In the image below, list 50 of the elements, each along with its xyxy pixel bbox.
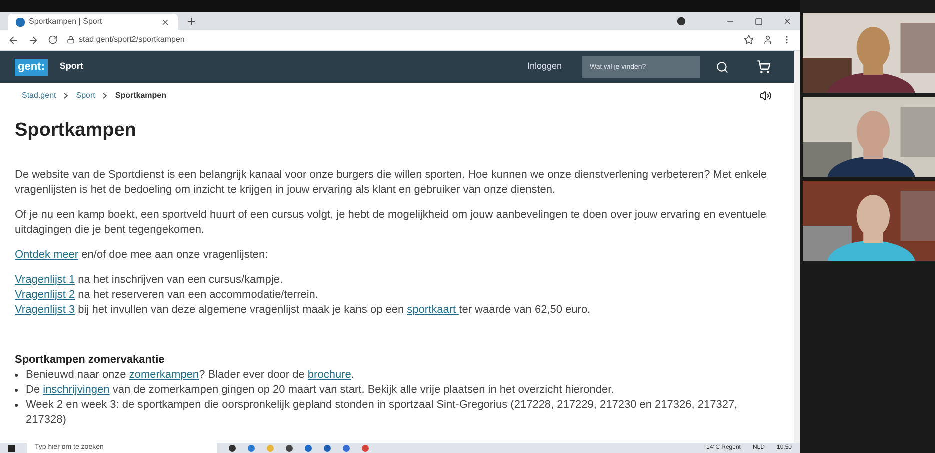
breadcrumb-item: Sportkampen [115,90,166,102]
taskbar-app-icon[interactable] [324,444,331,452]
cart-icon[interactable] [757,60,771,74]
close-icon[interactable] [783,17,792,26]
list-item: Benieuwd naar onze zomerkampen? Blader ever door de brochure. [26,368,354,383]
browser-tab[interactable]: Sportkampen | Sport [8,14,178,30]
text-link[interactable]: brochure [308,369,352,381]
section-heading: Sportkampen zomervakantie [15,352,166,368]
new-tab-icon[interactable] [186,16,197,27]
profile-icon[interactable] [677,17,686,26]
text-link[interactable]: zomerkampen [129,369,200,381]
section-title[interactable]: Sport [60,60,84,74]
text-link[interactable]: sportkaart [407,304,460,316]
text-link[interactable]: inschrijvingen [43,384,110,396]
text-link[interactable]: Ontdek meer [15,248,79,260]
login-link[interactable]: Inloggen [527,60,562,74]
paragraph: Ontdek meer en/of doe mee aan onze vragenlijsten: [15,248,270,262]
text-link[interactable]: Vragenlijst 1 [15,274,76,286]
questionnaire-line: Vragenlijst 2 na het reserveren van een accommodatie/terrein. [15,288,320,302]
paragraph: De website van de Sportdienst is een belangrijk kanaal voor onze burgers die willen sporten. Hoe kunnen we onze dienstverlening verbeteren? Met enkele vragenlijsten is het de bedoeling om inzicht te krijgen in jouw ervaring als klant en gebruiker van onze diensten. [15,168,768,198]
list-item: Week 2 en week 3: de sportkampen die oorspronkelijk gepland stonden in sportzaal Sint-Gregorius (217228, 217229, 217230 en 217326, 217327, 217328) [26,398,739,428]
reload-icon[interactable] [48,35,58,45]
site-logo[interactable]: gent: [15,58,48,76]
breadcrumb-item[interactable]: Stad.gent [22,90,56,102]
bullet-icon [15,389,18,392]
read-aloud-icon[interactable] [760,90,772,102]
forward-icon[interactable] [28,34,39,46]
start-icon[interactable] [8,444,15,452]
paragraph: Of je nu een kamp boekt, een sportveld huurt of een cursus volgt, je hebt de mogelijkheid om jouw aanbevelingen te doen over jouw ervaring en eventuele uitdagingen die je bent tegengekomen. [15,208,768,238]
taskbar-app-icon[interactable] [229,444,236,452]
taskbar-app-icon[interactable] [286,444,293,452]
chevron-icon [103,93,108,99]
account-icon[interactable] [763,35,773,45]
breadcrumb-item[interactable]: Sport [76,90,96,102]
page-heading: Sportkampen [15,119,138,143]
text-link[interactable]: Vragenlijst 2 [15,288,76,300]
maximize-icon[interactable] [755,18,763,26]
bullet-icon [15,404,18,407]
text-link[interactable]: Vragenlijst 3 [15,304,76,316]
search-icon[interactable] [716,60,729,74]
scrollbar[interactable] [794,51,800,443]
questionnaire-line: Vragenlijst 1 na het inschrijven van een cursus/kampje. [15,272,284,288]
back-icon[interactable] [8,34,19,46]
list-item: De inschrijvingen van de zomerkampen gingen op 20 maart van start. Bekijk alle vrije plaatsen in het overzicht hieronder. [26,383,614,398]
questionnaire-line: Vragenlijst 3 bij het invullen van deze algemene vragenlijst maak je kans op een sportkaart ter waarde van 62,50 euro. [15,302,592,318]
bookmark-icon[interactable] [744,35,754,45]
chevron-icon [64,93,68,99]
site-favicon [16,18,25,26]
bullet-icon [15,374,18,377]
close-icon[interactable] [161,18,170,26]
